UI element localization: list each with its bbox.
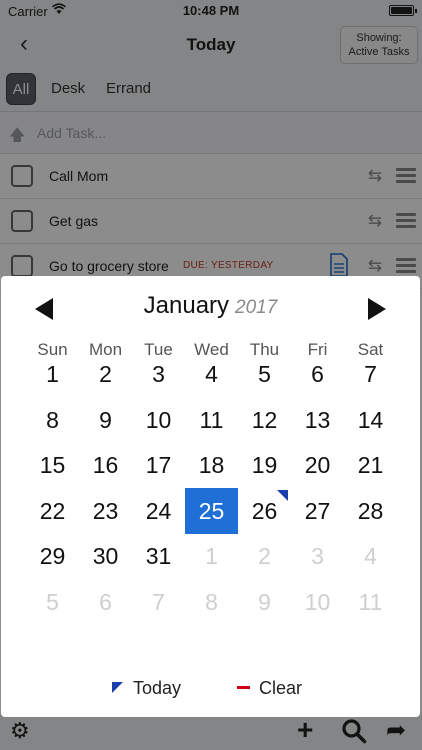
calendar-day[interactable]: 24 — [132, 488, 185, 534]
date-picker-footer: Today Clear — [1, 678, 420, 708]
clear-label: Clear — [259, 678, 303, 698]
next-month-icon[interactable] — [368, 298, 386, 320]
calendar-day[interactable]: 29 — [26, 533, 79, 579]
calendar-day[interactable]: 21 — [344, 442, 397, 488]
calendar-day[interactable]: 4 — [344, 533, 397, 579]
calendar-day-today[interactable]: 26 — [238, 488, 291, 534]
calendar-day[interactable]: 19 — [238, 442, 291, 488]
calendar-day[interactable]: 27 — [291, 488, 344, 534]
today-flag-icon — [277, 489, 288, 501]
calendar-day[interactable]: 10 — [291, 579, 344, 625]
calendar-day[interactable]: 31 — [132, 533, 185, 579]
calendar-day[interactable]: 5 — [26, 579, 79, 625]
calendar-day[interactable]: 7 — [132, 579, 185, 625]
clear-button[interactable]: Clear — [237, 678, 302, 706]
calendar-day[interactable]: 2 — [79, 351, 132, 397]
calendar-day[interactable]: 4 — [185, 351, 238, 397]
day-number: 14 — [357, 406, 384, 433]
day-number: 29 — [39, 543, 66, 569]
day-number: 23 — [92, 497, 119, 524]
calendar-day[interactable]: 9 — [238, 579, 291, 625]
calendar-day[interactable]: 16 — [79, 442, 132, 488]
today-flag-icon — [112, 682, 123, 693]
calendar-day[interactable]: 3 — [291, 533, 344, 579]
month-year-header: January 2017 — [1, 292, 420, 320]
date-picker-popup: January 2017 Sun Mon Tue Wed Thu Fri Sat 123456… — [1, 276, 420, 717]
day-number: 10 — [145, 406, 172, 433]
calendar-day[interactable]: 7 — [344, 351, 397, 397]
today-label: Today — [133, 678, 182, 698]
day-number: 3 — [311, 543, 324, 569]
day-number: 21 — [357, 452, 384, 478]
year-label: 2017 — [235, 297, 278, 318]
day-number: 5 — [46, 588, 59, 615]
calendar-day[interactable]: 15 — [26, 442, 79, 488]
day-number: 16 — [92, 452, 119, 478]
day-number: 4 — [205, 361, 218, 387]
day-number: 9 — [99, 406, 112, 433]
day-number: 7 — [152, 588, 165, 615]
day-number: 2 — [99, 361, 112, 387]
calendar-day[interactable]: 8 — [185, 579, 238, 625]
calendar-day[interactable]: 8 — [26, 397, 79, 443]
day-number: 28 — [357, 497, 384, 524]
day-number: 26 — [251, 497, 278, 524]
day-number: 11 — [358, 588, 383, 615]
calendar-day[interactable]: 28 — [344, 488, 397, 534]
calendar-day[interactable]: 23 — [79, 488, 132, 534]
calendar-day[interactable]: 20 — [291, 442, 344, 488]
day-number: 7 — [364, 361, 377, 387]
calendar-day[interactable]: 9 — [79, 397, 132, 443]
day-number: 6 — [311, 361, 324, 387]
day-number: 9 — [258, 588, 271, 615]
day-number: 10 — [304, 588, 331, 615]
calendar-day[interactable]: 1 — [26, 351, 79, 397]
clear-dash-icon — [237, 686, 250, 689]
calendar-day[interactable]: 2 — [238, 533, 291, 579]
calendar-day[interactable]: 6 — [291, 351, 344, 397]
calendar-day[interactable]: 5 — [238, 351, 291, 397]
calendar-day[interactable]: 6 — [79, 579, 132, 625]
day-number: 12 — [251, 406, 278, 433]
day-number: 19 — [251, 452, 278, 478]
today-button[interactable]: Today — [112, 678, 181, 706]
calendar-day[interactable]: 11 — [185, 397, 238, 443]
day-number: 15 — [39, 452, 66, 478]
day-number: 5 — [258, 361, 271, 387]
day-number: 20 — [304, 452, 331, 478]
day-number: 25 — [198, 497, 225, 524]
day-number: 18 — [198, 452, 225, 478]
day-number: 31 — [145, 543, 172, 569]
calendar-day[interactable]: 13 — [291, 397, 344, 443]
calendar-day[interactable]: 11 — [344, 579, 397, 625]
day-number: 27 — [304, 497, 331, 524]
calendar-day[interactable]: 22 — [26, 488, 79, 534]
day-number: 2 — [258, 543, 271, 569]
day-number: 1 — [205, 543, 218, 569]
day-number: 13 — [304, 406, 331, 433]
calendar-day[interactable]: 1 — [185, 533, 238, 579]
calendar-day-selected[interactable]: 25 — [185, 487, 238, 534]
day-number: 24 — [145, 497, 172, 524]
calendar-day[interactable]: 10 — [132, 397, 185, 443]
day-number: 8 — [205, 588, 218, 615]
day-number: 8 — [46, 406, 59, 433]
month-label: January — [143, 292, 230, 319]
day-number: 30 — [92, 543, 119, 569]
calendar-day[interactable]: 17 — [132, 442, 185, 488]
day-number: 11 — [199, 406, 224, 433]
calendar-day[interactable]: 30 — [79, 533, 132, 579]
day-number: 4 — [364, 543, 377, 569]
day-number: 6 — [99, 588, 112, 615]
day-number: 3 — [152, 361, 165, 387]
calendar-day[interactable]: 18 — [185, 442, 238, 488]
day-number: 17 — [145, 452, 172, 478]
day-number: 22 — [39, 497, 66, 524]
calendar-day[interactable]: 3 — [132, 351, 185, 397]
day-number: 1 — [46, 361, 59, 387]
calendar-day[interactable]: 14 — [344, 397, 397, 443]
calendar-day[interactable]: 12 — [238, 397, 291, 443]
